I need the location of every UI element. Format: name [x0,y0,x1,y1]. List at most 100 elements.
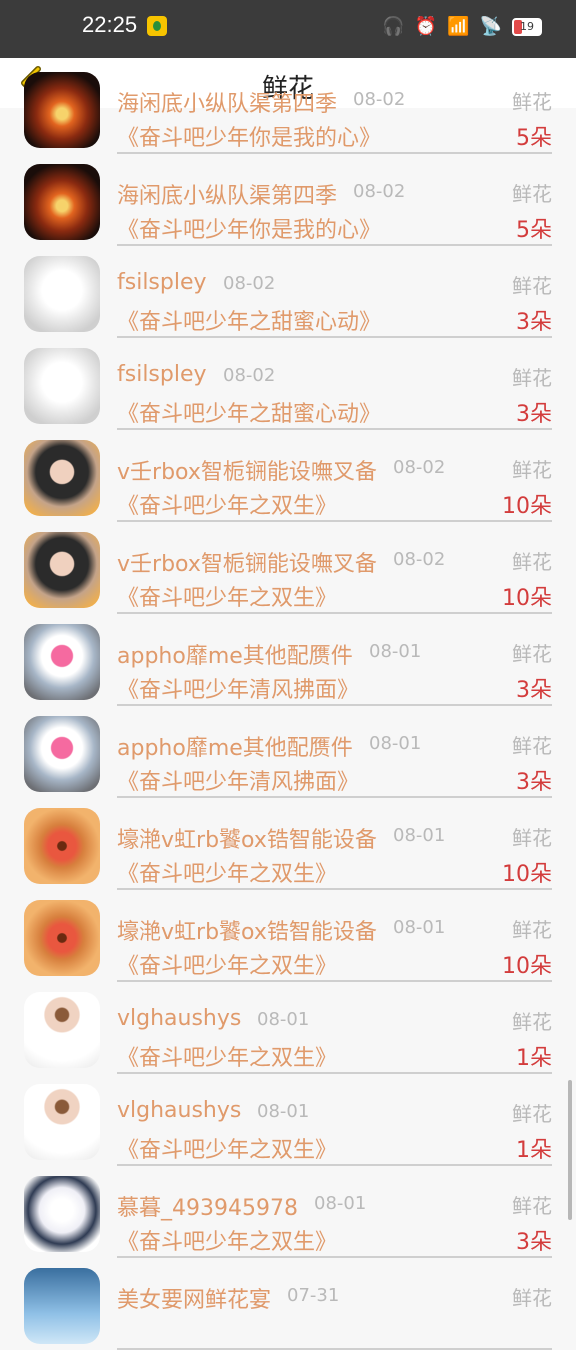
book-title[interactable]: 《奋斗吧少年清风拂面》 [117,672,359,704]
sender-name: 壕滟v虹rb饕ox锆智能设备 [117,828,377,853]
sender-name: appho靡me其他配赝件 [117,736,353,761]
gift-date: 07-31 [287,1285,340,1306]
gift-date: 08-01 [314,1193,367,1214]
list-item[interactable]: fsilspley 08-02 鲜花 《奋斗吧少年之甜蜜心动》 3朵 [0,338,576,430]
sender-name: vlghaushys [117,1098,242,1123]
battery-icon: 19 [512,17,542,36]
sender-name: 美女要网鲜花宴 [117,1288,272,1313]
book-title[interactable]: 《奋斗吧少年清风拂面》 [117,764,359,796]
sender-name: 海闲底小纵队渠第四季 [117,92,338,117]
sender-name: appho靡me其他配赝件 [117,644,353,669]
gift-date: 08-02 [353,181,406,202]
sender-name: fsilspley [117,362,207,387]
gift-date: 08-01 [369,733,422,754]
gift-count: 10朵 [502,954,552,979]
avatar[interactable] [24,532,100,608]
avatar[interactable] [24,624,100,700]
list-item[interactable]: fsilspley 08-02 鲜花《奋斗吧少年之甜蜜心动》 3朵 [0,246,576,338]
book-title[interactable]: 《奋斗吧少年之双生》 [117,948,337,980]
avatar[interactable] [24,808,100,884]
list-item[interactable]: appho靡me其他配赝件 08-01 鲜花《奋斗吧少年清风拂面》 3朵 [0,706,576,798]
gift-count: 3朵 [516,310,552,335]
book-title[interactable]: 《奋斗吧少年你是我的心》 [117,212,381,244]
avatar[interactable] [24,992,100,1068]
gift-type: 鲜花 [512,1010,552,1034]
list-item[interactable]: 慕暮_493945978 08-01 鲜花《奋斗吧少年之双生》 3朵 [0,1166,576,1258]
book-title[interactable]: 《奋斗吧少年之甜蜜心动》 [117,304,381,336]
list-item[interactable]: 壕滟v虹rb饕ox锆智能设备 08-01 鲜花 《奋斗吧少年之双生》 10朵 [0,798,576,890]
gift-count: 3朵 [516,678,552,703]
sender-name: 壕滟v虹rb饕ox锆智能设备 [117,920,377,945]
list-item[interactable]: 海闲底小纵队渠第四季 08-02 鲜花《奋斗吧少年你是我的心》 5朵 [0,62,576,154]
signal-icon: 📡 [479,16,502,37]
gift-count: 10朵 [502,586,552,611]
avatar[interactable] [24,164,100,240]
gift-date: 08-02 [223,273,276,294]
gift-count: 10朵 [502,494,552,519]
gift-date: 08-01 [257,1101,310,1122]
clock: 22:25 [82,12,138,37]
gift-count: 1朵 [516,1046,552,1071]
book-title[interactable]: 《奋斗吧少年之双生》 [117,1040,337,1072]
avatar[interactable] [24,716,100,792]
gift-type: 鲜花 [512,550,552,574]
scrollbar[interactable] [568,1080,572,1220]
gift-type: 鲜花 [512,1194,552,1218]
sender-name: fsilspley [117,270,207,295]
book-title[interactable]: 《奋斗吧少年之双生》 [117,580,337,612]
gift-date: 08-01 [369,641,422,662]
list-item[interactable]: vlghaushys 08-01 鲜花 《奋斗吧少年之双生》 1朵 [0,1074,576,1166]
gift-date: 08-02 [393,549,446,570]
gift-count: 10朵 [502,862,552,887]
avatar[interactable] [24,1268,100,1344]
sender-name: vlghaushys [117,1006,242,1031]
sender-name: 海闲底小纵队渠第四季 [117,184,338,209]
list-item[interactable]: v壬rbox智栀锎能设嘸叉备 08-02 鲜花《奋斗吧少年之双生》 10朵 [0,522,576,614]
gift-type: 鲜花 [512,734,552,758]
sender-name: 慕暮_493945978 [117,1196,298,1221]
gift-date: 08-01 [257,1009,310,1030]
list-item[interactable]: v壬rbox智栀锎能设嘸叉备 08-02 鲜花 《奋斗吧少年之双生》 10朵 [0,430,576,522]
gift-type: 鲜花 [512,458,552,482]
gift-count: 3朵 [516,770,552,795]
gift-date: 08-01 [393,825,446,846]
gift-count: 3朵 [516,1230,552,1255]
book-title[interactable]: 《奋斗吧少年之双生》 [117,1132,337,1164]
gift-type: 鲜花 [512,1102,552,1126]
gift-type: 鲜花 [512,182,552,206]
app-notification-icon [147,16,167,36]
list-item[interactable]: vlghaushys 08-01 鲜花《奋斗吧少年之双生》 1朵 [0,982,576,1074]
avatar[interactable] [24,256,100,332]
book-title[interactable]: 《奋斗吧少年之甜蜜心动》 [117,396,381,428]
list-item[interactable]: 美女要网鲜花宴 07-31 鲜花 [0,1258,576,1350]
gift-count: 5朵 [516,218,552,243]
list-item[interactable]: 海闲底小纵队渠第四季 08-02 鲜花《奋斗吧少年你是我的心》 5朵 [0,154,576,246]
avatar[interactable] [24,900,100,976]
gift-type: 鲜花 [512,642,552,666]
book-title[interactable]: 《奋斗吧少年你是我的心》 [117,120,381,152]
book-title[interactable]: 《奋斗吧少年之双生》 [117,856,337,888]
avatar[interactable] [24,348,100,424]
gift-type: 鲜花 [512,90,552,114]
list-item[interactable]: appho靡me其他配赝件 08-01 鲜花《奋斗吧少年清风拂面》 3朵 [0,614,576,706]
gift-type: 鲜花 [512,1286,552,1310]
gift-count: 3朵 [516,402,552,427]
book-title[interactable]: 《奋斗吧少年之双生》 [117,1224,337,1256]
avatar[interactable] [24,72,100,148]
avatar[interactable] [24,440,100,516]
avatar[interactable] [24,1176,100,1252]
book-title[interactable]: 《奋斗吧少年之双生》 [117,488,337,520]
list-item[interactable]: 壕滟v虹rb饕ox锆智能设备 08-01 鲜花 《奋斗吧少年之双生》 10朵 [0,890,576,982]
gift-count: 5朵 [516,126,552,151]
gift-type: 鲜花 [512,366,552,390]
alarm-icon: ⏰ [414,16,438,37]
sender-name: v壬rbox智栀锎能设嘸叉备 [117,552,377,577]
sender-name: v壬rbox智栀锎能设嘸叉备 [117,460,377,485]
gift-date: 08-02 [353,89,406,110]
status-icons: 🎧 ⏰ 📶 📡 19 [382,16,542,37]
headphones-icon: 🎧 [382,16,405,37]
gift-type: 鲜花 [512,274,552,298]
wifi-icon: 📶 [447,16,470,37]
status-bar: 22:25 🎧 ⏰ 📶 📡 19 [0,0,576,58]
avatar[interactable] [24,1084,100,1160]
